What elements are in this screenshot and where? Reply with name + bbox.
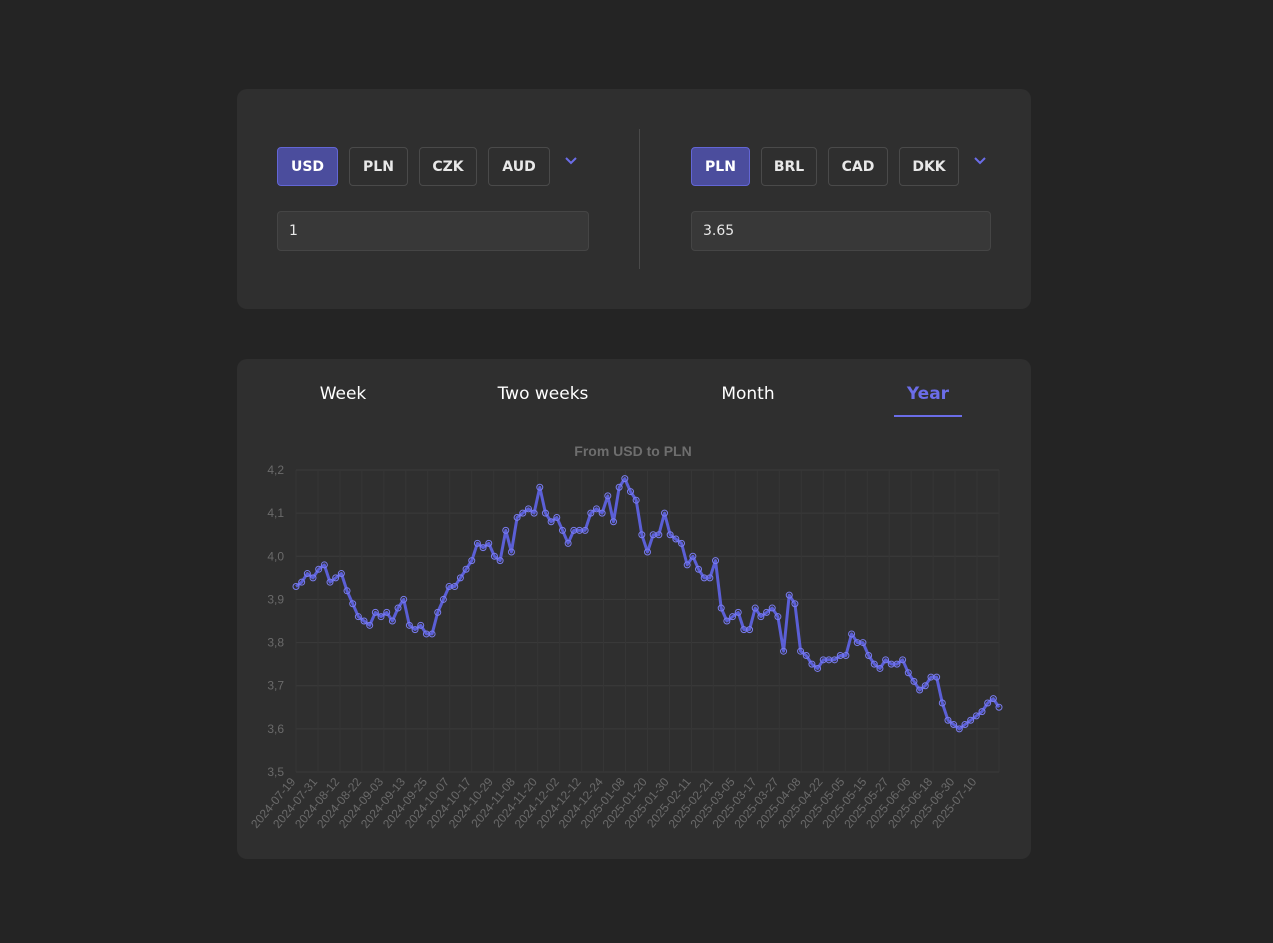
chevron-down-icon[interactable]	[563, 152, 579, 168]
currency-button-usd[interactable]: USD	[277, 147, 338, 186]
y-tick-label: 3,8	[267, 636, 284, 650]
to-amount-input[interactable]: 3.65	[691, 211, 991, 251]
chart-card: Week Two weeks Month Year From USD to PL…	[237, 359, 1031, 859]
divider	[639, 129, 640, 269]
currency-button-brl[interactable]: BRL	[761, 147, 817, 186]
chevron-down-icon[interactable]	[972, 152, 988, 168]
y-tick-label: 4,0	[267, 549, 284, 563]
currency-button-dkk[interactable]: DKK	[899, 147, 959, 186]
currency-button-cad[interactable]: CAD	[828, 147, 888, 186]
y-tick-label: 3,9	[267, 592, 284, 606]
converter-card: USD PLN CZK AUD PLN BRL CAD DKK 1 3.65	[237, 89, 1031, 309]
y-tick-label: 3,5	[267, 765, 284, 779]
exchange-rate-chart: From USD to PLN 3,5 3,6 3,7 3,8 3,9 4,0 4,1 4,2…	[248, 443, 1003, 831]
y-tick-label: 4,2	[267, 463, 284, 477]
y-tick-label: 4,1	[267, 506, 284, 520]
currency-button-aud[interactable]: AUD	[488, 147, 550, 186]
y-tick-label: 3,7	[267, 679, 284, 693]
from-amount-input[interactable]: 1	[277, 211, 589, 251]
currency-button-czk[interactable]: CZK	[419, 147, 477, 186]
y-tick-label: 3,6	[267, 722, 284, 736]
chart-title: From USD to PLN	[574, 443, 691, 459]
from-currency-selector: USD PLN CZK AUD	[277, 147, 579, 186]
currency-button-pln[interactable]: PLN	[691, 147, 750, 186]
to-currency-selector: PLN BRL CAD DKK	[691, 147, 988, 186]
currency-button-pln[interactable]: PLN	[349, 147, 408, 186]
